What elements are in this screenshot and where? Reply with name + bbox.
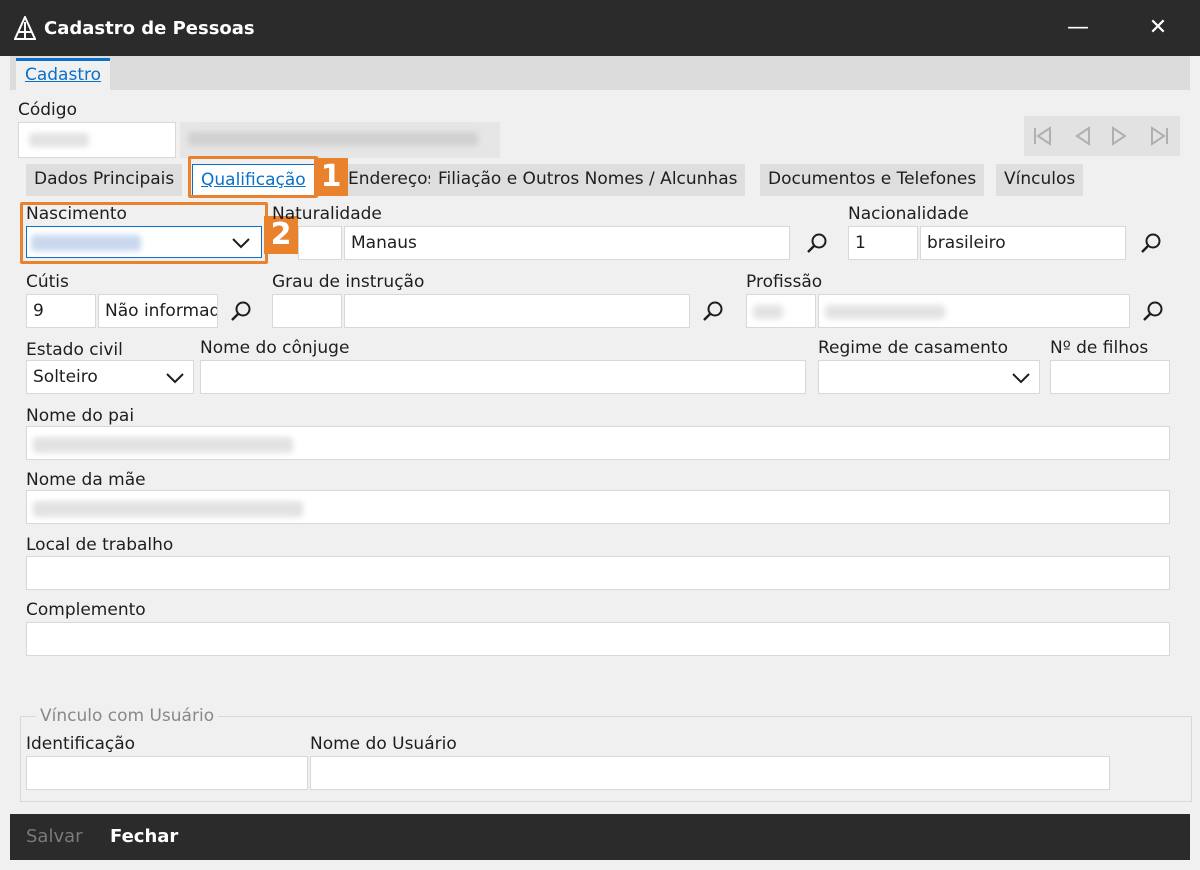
- local-trabalho-label: Local de trabalho: [26, 535, 174, 555]
- close-window-button[interactable]: ✕: [1138, 10, 1178, 46]
- estado-civil-select[interactable]: Solteiro: [26, 360, 194, 394]
- regime-casamento-select[interactable]: [818, 360, 1040, 394]
- save-button[interactable]: Salvar: [26, 826, 83, 847]
- cutis-input[interactable]: Não informado: [98, 294, 218, 328]
- search-grau-instrucao-icon[interactable]: [702, 300, 724, 322]
- naturalidade-input[interactable]: Manaus: [344, 226, 790, 260]
- tab-dados-principais[interactable]: Dados Principais: [26, 164, 183, 196]
- nacionalidade-code-input[interactable]: 1: [848, 226, 918, 260]
- grau-instrucao-code-input[interactable]: [272, 294, 342, 328]
- last-record-icon[interactable]: [1148, 124, 1172, 148]
- window-title: Cadastro de Pessoas: [44, 18, 255, 39]
- app-logo-icon: [14, 16, 36, 40]
- profissao-code-input[interactable]: [746, 294, 816, 328]
- local-trabalho-input[interactable]: [26, 556, 1170, 590]
- tab-vinculos[interactable]: Vínculos: [996, 164, 1084, 196]
- codigo-input[interactable]: [18, 122, 176, 158]
- first-record-icon[interactable]: [1030, 124, 1054, 148]
- search-profissao-icon[interactable]: [1142, 300, 1164, 322]
- estado-civil-value: Solteiro: [33, 367, 98, 387]
- nome-pai-input[interactable]: [26, 426, 1170, 460]
- next-record-icon[interactable]: [1108, 124, 1132, 148]
- profissao-label: Profissão: [746, 272, 823, 292]
- chevron-down-icon: [1012, 373, 1030, 384]
- naturalidade-code-input[interactable]: [298, 226, 342, 260]
- nome-usuario-label: Nome do Usuário: [310, 734, 457, 754]
- complemento-input[interactable]: [26, 622, 1170, 656]
- minimize-button[interactable]: —: [1058, 10, 1098, 46]
- callout-number-1: 1: [314, 158, 348, 196]
- numero-filhos-label: Nº de filhos: [1050, 338, 1149, 358]
- title-bar: Cadastro de Pessoas — ✕: [0, 0, 1200, 56]
- search-naturalidade-icon[interactable]: [806, 232, 828, 254]
- tab-documentos-telefones[interactable]: Documentos e Telefones: [760, 164, 985, 196]
- nome-mae-label: Nome da mãe: [26, 470, 146, 490]
- nacionalidade-input[interactable]: brasileiro: [920, 226, 1126, 260]
- search-cutis-icon[interactable]: [230, 300, 252, 322]
- grau-instrucao-label: Grau de instrução: [272, 272, 425, 292]
- footer-bar: [10, 814, 1190, 860]
- grau-instrucao-input[interactable]: [344, 294, 690, 328]
- tab-enderecos[interactable]: Endereços: [340, 164, 445, 196]
- callout-highlight-2: [20, 202, 268, 264]
- complemento-label: Complemento: [26, 600, 146, 620]
- naturalidade-label: Naturalidade: [272, 204, 382, 224]
- conjuge-label: Nome do cônjuge: [200, 338, 350, 358]
- search-nacionalidade-icon[interactable]: [1140, 232, 1162, 254]
- chevron-down-icon: [166, 373, 184, 384]
- conjuge-input[interactable]: [200, 360, 806, 394]
- tab-cadastro[interactable]: Cadastro: [16, 58, 110, 90]
- profissao-input[interactable]: [818, 294, 1130, 328]
- nome-mae-input[interactable]: [26, 490, 1170, 524]
- previous-record-icon[interactable]: [1070, 124, 1094, 148]
- identificacao-label: Identificação: [26, 734, 136, 754]
- nacionalidade-label: Nacionalidade: [848, 204, 969, 224]
- regime-casamento-label: Regime de casamento: [818, 338, 1008, 358]
- cutis-label: Cútis: [26, 272, 69, 292]
- identificacao-input[interactable]: [26, 756, 308, 790]
- cutis-code-input[interactable]: 9: [26, 294, 96, 328]
- estado-civil-label: Estado civil: [26, 340, 123, 360]
- outer-tab-strip: [10, 56, 1190, 90]
- vinculo-usuario-title: Vínculo com Usuário: [36, 706, 219, 726]
- close-button[interactable]: Fechar: [110, 826, 178, 847]
- tab-filiacao[interactable]: Filiação e Outros Nomes / Alcunhas: [430, 164, 746, 196]
- callout-highlight-1: [188, 156, 318, 198]
- codigo-name-display: [180, 122, 500, 158]
- nome-usuario-input[interactable]: [310, 756, 1110, 790]
- codigo-label: Código: [18, 100, 77, 120]
- numero-filhos-input[interactable]: [1050, 360, 1170, 394]
- nome-pai-label: Nome do pai: [26, 406, 135, 426]
